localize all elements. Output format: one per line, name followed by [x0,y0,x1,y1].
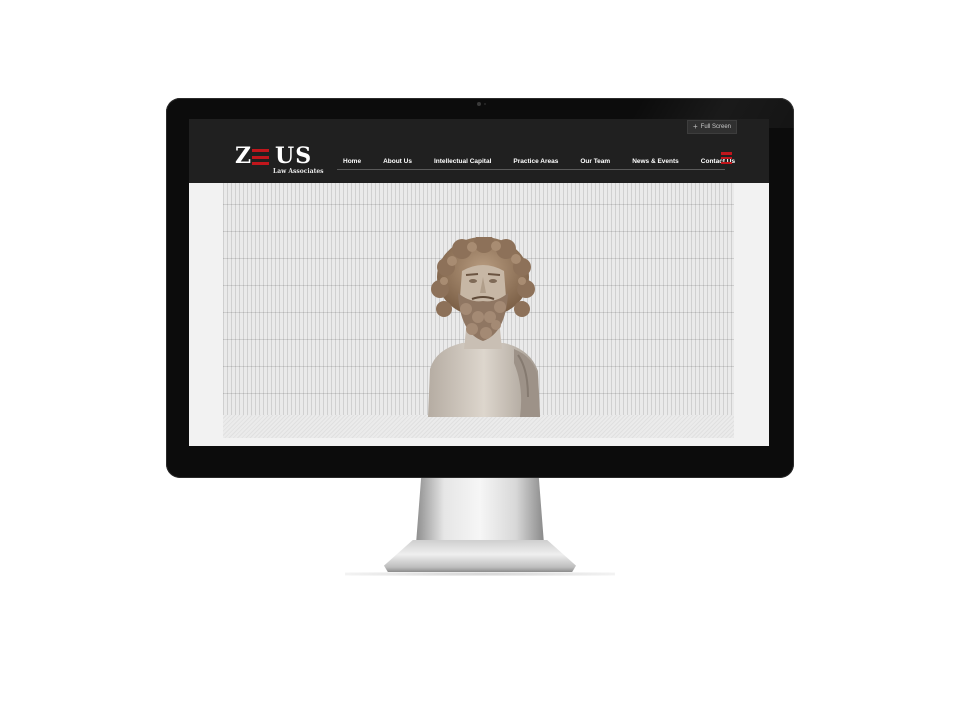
logo-subtitle: Law Associates [273,168,324,175]
monitor-shadow [345,572,615,576]
webcam-icon [477,102,481,106]
hamburger-menu-icon[interactable] [721,152,732,168]
logo-e-bars-icon [252,149,269,165]
nav-item-intellectual-capital[interactable]: Intellectual Capital [434,155,491,169]
plus-icon: + [692,122,698,131]
monitor-bezel: + Full Screen Z US Law Associates Home A… [166,98,794,478]
nav-item-home[interactable]: Home [343,155,361,169]
monitor-screen: + Full Screen Z US Law Associates Home A… [189,119,769,446]
hero-slider [223,183,734,438]
nav-item-about-us[interactable]: About Us [383,155,412,169]
nav-item-practice-areas[interactable]: Practice Areas [513,155,558,169]
logo-wordmark: Z US [235,143,313,169]
site-header: + Full Screen Z US Law Associates Home A… [189,119,769,183]
hero-footer-strip [223,415,734,438]
nav-item-news-events[interactable]: News & Events [632,155,679,169]
fullscreen-label: Full Screen [700,124,732,130]
main-nav: Home About Us Intellectual Capital Pract… [337,155,735,169]
monitor-stand-base [384,540,576,572]
zeus-bust-image [428,237,540,417]
monitor-stand-neck [416,478,544,544]
nav-item-our-team[interactable]: Our Team [580,155,610,169]
webcam-sensor [484,103,486,105]
site-logo[interactable]: Z US Law Associates [235,145,325,175]
fullscreen-button[interactable]: + Full Screen [687,120,737,134]
nav-divider [337,169,725,170]
